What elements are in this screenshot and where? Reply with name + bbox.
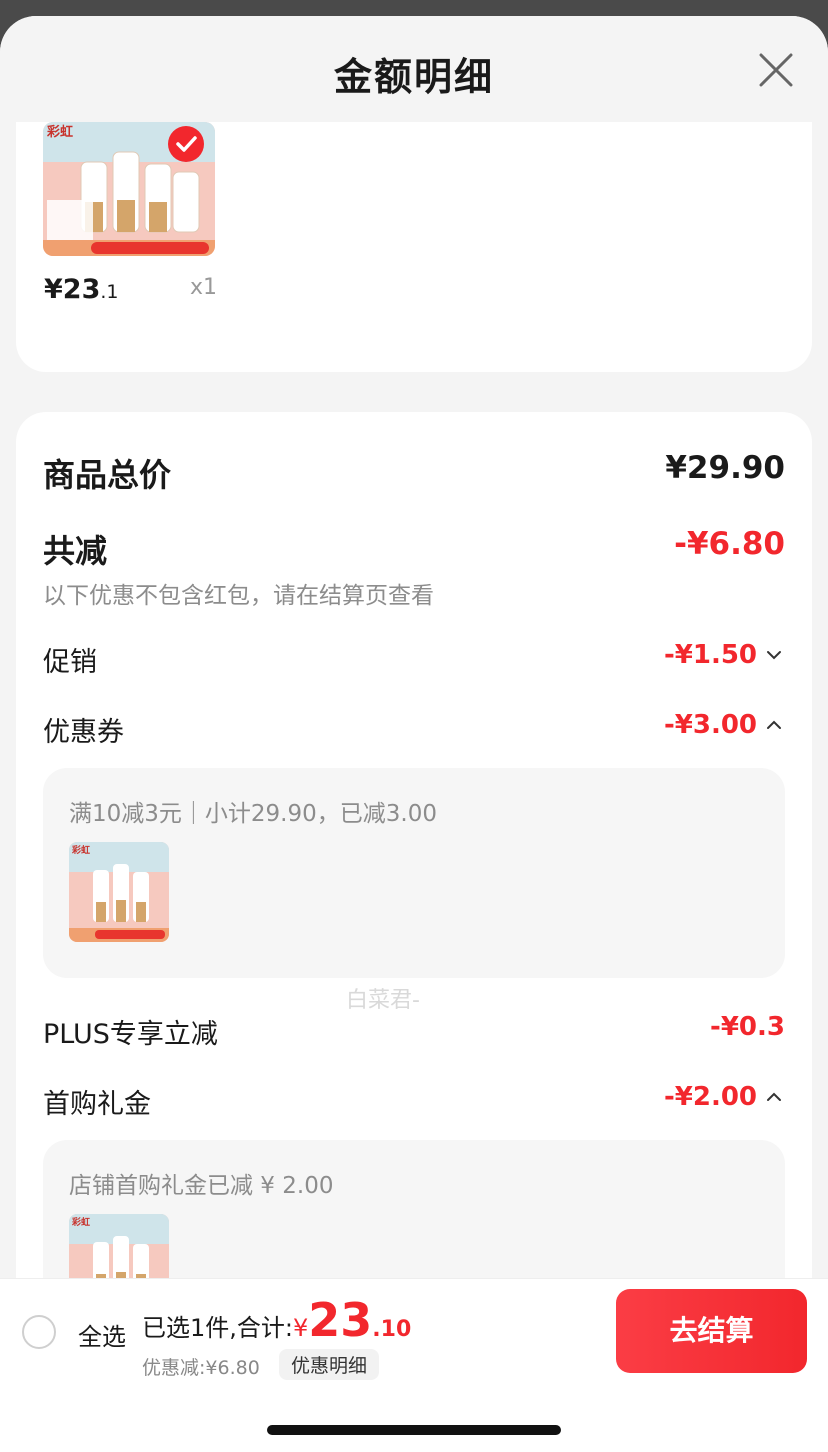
- coupon-value-wrap: -¥3.00: [664, 710, 785, 740]
- coupon-detail-box: 满10减3元｜小计29.90，已减3.00 彩虹: [43, 768, 785, 978]
- product-price-dec: .1: [100, 281, 119, 303]
- coupon-product-thumbnail: 彩虹: [69, 842, 169, 942]
- order-summary: 已选1件,合计: ¥ 23 .10: [142, 1293, 411, 1347]
- summary-text: 已选1件,合计:: [142, 1314, 293, 1342]
- total-amount-int: 23: [308, 1293, 373, 1347]
- total-label: 商品总价: [43, 456, 172, 494]
- discount-detail-link[interactable]: 优惠明细: [279, 1349, 380, 1380]
- select-all-radio[interactable]: [22, 1315, 56, 1349]
- plus-label: PLUS专享立减: [43, 1019, 218, 1050]
- selected-check-icon[interactable]: [168, 126, 204, 162]
- total-currency: ¥: [292, 1314, 309, 1342]
- product-card: 彩虹 ¥23.1 x1: [16, 122, 812, 372]
- first-gift-value-wrap: -¥2.00: [664, 1082, 785, 1112]
- checkout-button[interactable]: 去结算: [616, 1289, 807, 1373]
- amount-detail-sheet: 金额明细 彩虹 ¥23.1 x1 商品总价 ¥29.90 共减 -¥6.80 以…: [0, 16, 828, 1452]
- coupon-label: 优惠券: [43, 717, 124, 748]
- chevron-up-icon[interactable]: [763, 1086, 785, 1108]
- reduce-note: 以下优惠不包含红包，请在结算页查看: [43, 583, 434, 609]
- reduce-label: 共减: [43, 532, 108, 570]
- reduce-row: 共减 -¥6.80: [43, 526, 785, 570]
- first-gift-detail-box: 店铺首购礼金已减 ¥ 2.00 彩虹: [43, 1140, 785, 1278]
- reduce-value: -¥6.80: [674, 526, 785, 562]
- home-indicator: [267, 1425, 561, 1435]
- coupon-row[interactable]: 优惠券 -¥3.00: [43, 710, 785, 748]
- coupon-detail-text: 满10减3元｜小计29.90，已减3.00: [69, 801, 437, 827]
- product-price: ¥23.1: [44, 274, 119, 305]
- plus-value: -¥0.3: [710, 1012, 785, 1042]
- product-price-int: ¥23: [44, 274, 101, 305]
- promo-value: -¥1.50: [663, 640, 757, 670]
- total-amount-dec: .10: [372, 1317, 412, 1342]
- first-gift-row[interactable]: 首购礼金 -¥2.00: [43, 1082, 785, 1120]
- total-value: ¥29.90: [665, 450, 785, 486]
- first-gift-product-thumbnail: 彩虹: [69, 1214, 169, 1278]
- svg-text:彩虹: 彩虹: [71, 1216, 90, 1228]
- chevron-down-icon[interactable]: [763, 644, 785, 666]
- sheet-content: 彩虹 ¥23.1 x1 商品总价 ¥29.90 共减 -¥6.80 以下优惠不包…: [0, 122, 828, 1278]
- discount-text: 优惠减:¥6.80: [142, 1357, 260, 1379]
- first-gift-label: 首购礼金: [43, 1089, 151, 1120]
- svg-text:彩虹: 彩虹: [46, 124, 73, 140]
- promo-row[interactable]: 促销 -¥1.50: [43, 640, 785, 678]
- watermark: 白菜君-: [346, 988, 420, 1013]
- checkout-bar: 全选 已选1件,合计: ¥ 23 .10 优惠减:¥6.80 优惠明细 去结算: [0, 1278, 828, 1452]
- first-gift-value: -¥2.00: [663, 1082, 757, 1112]
- first-gift-detail-text: 店铺首购礼金已减 ¥ 2.00: [69, 1173, 334, 1199]
- total-row: 商品总价 ¥29.90: [43, 450, 785, 494]
- close-icon[interactable]: [758, 52, 794, 88]
- plus-row: PLUS专享立减 -¥0.3: [43, 1012, 785, 1050]
- chevron-up-icon[interactable]: [763, 714, 785, 736]
- breakdown-card: 商品总价 ¥29.90 共减 -¥6.80 以下优惠不包含红包，请在结算页查看 …: [16, 412, 812, 1278]
- page-title: 金额明细: [333, 55, 494, 99]
- promo-value-wrap: -¥1.50: [664, 640, 785, 670]
- product-quantity: x1: [190, 275, 218, 300]
- coupon-value: -¥3.00: [663, 710, 757, 740]
- select-all-label[interactable]: 全选: [78, 1317, 126, 1352]
- sheet-header: 金额明细: [0, 16, 828, 122]
- promo-label: 促销: [43, 647, 97, 678]
- svg-text:彩虹: 彩虹: [71, 844, 90, 856]
